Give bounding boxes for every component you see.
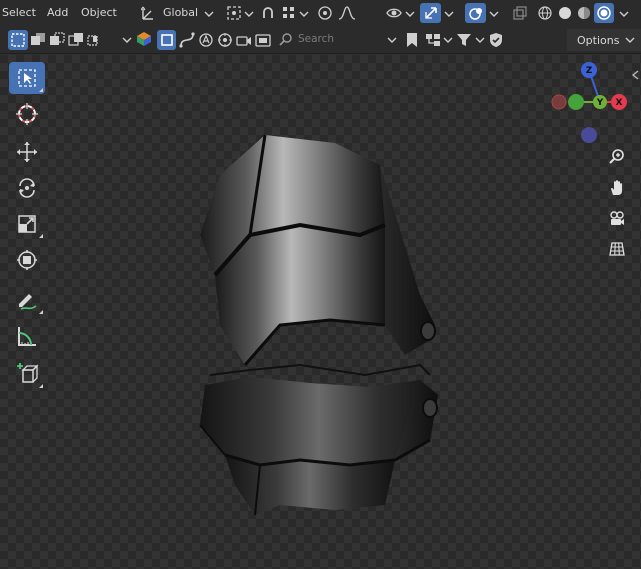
chevron-down-icon[interactable] <box>405 9 415 19</box>
select-box-icon <box>18 69 36 87</box>
rotate-icon <box>19 178 35 198</box>
tool-add-cube[interactable] <box>9 358 45 390</box>
transform-pivot-icon[interactable] <box>226 5 242 21</box>
select-invert-icon[interactable] <box>68 32 84 48</box>
overlay-icon <box>468 8 482 20</box>
move-icon <box>17 142 37 162</box>
add-cube-icon <box>17 363 39 383</box>
tool-rotate[interactable] <box>9 172 45 204</box>
annotate-icon <box>19 294 37 310</box>
gizmo-icon <box>424 7 437 19</box>
visibility-icon[interactable] <box>385 4 403 22</box>
shield-check-icon[interactable] <box>488 32 504 48</box>
select-intersect-icon[interactable] <box>87 32 103 48</box>
chevron-down-icon[interactable] <box>244 9 254 19</box>
object-type-icon[interactable] <box>136 31 152 47</box>
z-axis-label: Z <box>586 66 593 76</box>
gizmo-toggle-button[interactable] <box>420 3 441 23</box>
mesh-filter-button[interactable] <box>157 30 176 50</box>
camera-filter-icon[interactable] <box>236 32 252 48</box>
tool-transform[interactable] <box>9 244 45 276</box>
zoom-button[interactable] <box>605 145 629 169</box>
chevron-down-icon[interactable] <box>299 9 309 19</box>
y-axis-label: Y <box>596 98 604 108</box>
x-axis-label: X <box>616 98 623 108</box>
negative-y-axis-icon[interactable] <box>568 94 584 110</box>
cursor-icon <box>16 103 38 125</box>
light-filter-icon[interactable] <box>217 32 233 48</box>
tool-settings-header: Search Options <box>0 26 641 54</box>
tool-select-box[interactable] <box>9 62 45 94</box>
xray-icon[interactable] <box>512 5 528 21</box>
tool-cursor[interactable] <box>9 98 45 130</box>
rendered-shading-icon <box>597 6 611 20</box>
other-filter-icon[interactable] <box>255 32 271 48</box>
chevron-down-icon[interactable] <box>387 35 397 45</box>
negative-z-axis-icon[interactable] <box>581 127 597 143</box>
select-extend-icon[interactable] <box>30 32 46 48</box>
curve-filter-icon[interactable] <box>179 32 195 48</box>
filter-icon[interactable] <box>456 32 472 48</box>
negative-x-axis-icon[interactable] <box>551 94 567 110</box>
menu-select[interactable]: Select <box>2 6 36 19</box>
3d-viewport[interactable]: Y Z X <box>0 55 641 569</box>
sidebar-toggle-icon[interactable] <box>631 70 639 80</box>
chevron-down-icon[interactable] <box>204 9 214 19</box>
chevron-down-icon[interactable] <box>443 35 453 45</box>
menu-add[interactable]: Add <box>47 6 68 19</box>
chevron-down-icon[interactable] <box>122 35 132 45</box>
tool-measure[interactable] <box>9 320 45 352</box>
tool-annotate[interactable] <box>9 284 45 316</box>
navigation-gizmo[interactable]: Y Z X <box>545 60 635 145</box>
search-icon <box>279 33 292 46</box>
tool-move[interactable] <box>9 136 45 168</box>
hand-icon <box>611 180 622 195</box>
pan-button[interactable] <box>605 176 629 200</box>
solid-shading-icon[interactable] <box>557 5 573 21</box>
snap-target-icon[interactable] <box>281 5 297 21</box>
grid-icon <box>609 242 625 256</box>
chevron-down-icon[interactable] <box>489 9 499 19</box>
falloff-icon[interactable] <box>338 5 356 21</box>
material-shading-icon[interactable] <box>576 5 592 21</box>
wireframe-shading-icon[interactable] <box>537 5 553 21</box>
text-filter-icon[interactable] <box>198 32 214 48</box>
select-new-icon <box>11 33 25 47</box>
search-input[interactable]: Search <box>298 33 334 45</box>
hierarchy-icon[interactable] <box>425 32 441 48</box>
armor-mesh[interactable] <box>180 125 460 515</box>
options-label: Options <box>577 33 620 47</box>
rendered-shading-button[interactable] <box>594 3 614 23</box>
select-mode-new-button[interactable] <box>8 30 28 50</box>
chevron-down-icon[interactable] <box>619 9 629 19</box>
measure-icon <box>18 327 36 346</box>
menu-object[interactable]: Object <box>81 6 117 19</box>
camera-icon <box>610 211 624 225</box>
proportional-editing-icon[interactable] <box>317 5 333 21</box>
transform-orientation-icon[interactable] <box>141 5 157 21</box>
transform-orientation-dropdown[interactable]: Global <box>163 6 198 19</box>
bookmark-icon[interactable] <box>405 32 419 48</box>
chevron-down-icon[interactable] <box>475 35 485 45</box>
chevron-down-icon[interactable] <box>444 9 454 19</box>
viewport-header: Select Add Object Global <box>0 0 641 26</box>
transform-icon <box>17 250 37 270</box>
camera-view-button[interactable] <box>605 207 629 231</box>
snap-icon[interactable] <box>260 5 276 21</box>
overlay-toggle-button[interactable] <box>465 3 486 23</box>
tool-scale[interactable] <box>9 208 45 240</box>
mesh-icon <box>160 34 173 46</box>
options-dropdown[interactable]: Options <box>567 29 641 51</box>
zoom-icon <box>609 149 624 164</box>
chevron-down-icon <box>625 37 635 43</box>
perspective-toggle-button[interactable] <box>605 237 629 261</box>
scale-icon <box>18 215 36 233</box>
select-subtract-icon[interactable] <box>49 32 65 48</box>
